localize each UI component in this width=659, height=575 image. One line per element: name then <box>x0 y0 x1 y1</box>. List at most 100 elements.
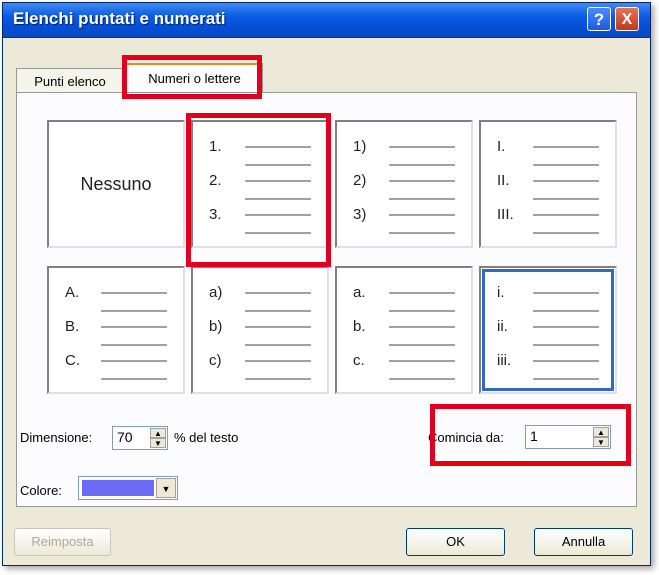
style-option[interactable]: i. ii. iii. <box>479 266 617 394</box>
placeholder-line <box>101 360 167 362</box>
placeholder-line <box>245 232 311 234</box>
size-down-icon[interactable]: ▼ <box>150 438 166 448</box>
placeholder-line <box>533 326 599 328</box>
placeholder-line <box>389 198 455 200</box>
style-marker: 2. <box>209 172 222 189</box>
placeholder-line <box>245 146 311 148</box>
style-row: 2. <box>193 172 327 198</box>
style-row: 1. <box>193 138 327 164</box>
title-bar: Elenchi puntati e numerati ? X <box>3 3 650 38</box>
placeholder-line <box>245 198 311 200</box>
placeholder-line <box>389 180 455 182</box>
style-row: II. <box>481 172 615 198</box>
style-option[interactable]: A. B. C. <box>47 266 185 394</box>
placeholder-line <box>101 326 167 328</box>
style-marker: III. <box>497 206 514 223</box>
style-row: C. <box>49 352 183 378</box>
style-row: i. <box>481 284 615 310</box>
placeholder-line <box>245 378 311 380</box>
style-row: 3. <box>193 206 327 232</box>
style-marker: 3) <box>353 206 367 223</box>
style-row: c) <box>193 352 327 378</box>
placeholder-line <box>245 360 311 362</box>
style-marker: II. <box>497 172 510 189</box>
placeholder-line <box>245 292 311 294</box>
placeholder-line <box>101 378 167 380</box>
style-row: 3) <box>337 206 471 232</box>
start-down-icon[interactable]: ▼ <box>593 437 609 447</box>
placeholder-line <box>533 292 599 294</box>
placeholder-line <box>101 292 167 294</box>
style-marker: 1) <box>353 138 367 155</box>
tab-panel: Nessuno 1. 2. 3. 1) 2) 3) I. II. III. A. B. C. a) b) c)… <box>16 92 637 507</box>
style-marker: 2) <box>353 172 367 189</box>
placeholder-line <box>245 180 311 182</box>
placeholder-line <box>245 214 311 216</box>
style-option[interactable]: a) b) c) <box>191 266 329 394</box>
style-option[interactable]: 1) 2) 3) <box>335 120 473 248</box>
placeholder-line <box>389 292 455 294</box>
style-none[interactable]: Nessuno <box>47 120 185 248</box>
placeholder-line <box>245 344 311 346</box>
placeholder-line <box>389 232 455 234</box>
color-picker[interactable]: ▼ <box>78 476 178 500</box>
style-row: b. <box>337 318 471 344</box>
size-label: Dimensione: <box>20 430 93 445</box>
style-marker: I. <box>497 138 506 155</box>
tab-numeri-lettere[interactable]: Numeri o lettere <box>126 63 263 92</box>
style-row: 2) <box>337 172 471 198</box>
style-row: a) <box>193 284 327 310</box>
placeholder-line <box>533 310 599 312</box>
placeholder-line <box>389 146 455 148</box>
size-up-icon[interactable]: ▲ <box>150 428 166 438</box>
size-spinner[interactable]: 70 ▲ ▼ <box>112 426 168 450</box>
help-icon[interactable]: ? <box>587 7 611 31</box>
placeholder-line <box>533 146 599 148</box>
placeholder-line <box>533 214 599 216</box>
placeholder-line <box>389 164 455 166</box>
style-row: c. <box>337 352 471 378</box>
style-marker: c) <box>209 352 222 369</box>
color-swatch <box>82 480 154 496</box>
style-marker: i. <box>497 284 505 301</box>
style-marker: ii. <box>497 318 508 335</box>
style-option[interactable]: a. b. c. <box>335 266 473 394</box>
dialog-title: Elenchi puntati e numerati <box>13 9 226 28</box>
style-marker: a. <box>353 284 366 301</box>
style-marker: iii. <box>497 352 512 369</box>
placeholder-line <box>389 360 455 362</box>
start-spinner[interactable]: 1 ▲ ▼ <box>525 425 611 449</box>
style-marker: b) <box>209 318 223 335</box>
size-value: 70 <box>117 429 133 445</box>
dropdown-arrow-icon[interactable]: ▼ <box>156 478 176 498</box>
placeholder-line <box>101 344 167 346</box>
cancel-button[interactable]: Annulla <box>534 528 633 556</box>
close-icon[interactable]: X <box>615 7 639 31</box>
style-option[interactable]: 1. 2. 3. <box>191 120 329 248</box>
style-row: A. <box>49 284 183 310</box>
style-marker: b. <box>353 318 366 335</box>
style-marker: a) <box>209 284 223 301</box>
placeholder-line <box>533 232 599 234</box>
placeholder-line <box>533 198 599 200</box>
style-row: B. <box>49 318 183 344</box>
tab-punti-elenco[interactable]: Punti elenco <box>16 68 124 92</box>
placeholder-line <box>533 378 599 380</box>
style-row: ii. <box>481 318 615 344</box>
style-marker: B. <box>65 318 80 335</box>
style-marker: c. <box>353 352 365 369</box>
style-marker: 3. <box>209 206 222 223</box>
placeholder-line <box>389 378 455 380</box>
color-label: Colore: <box>20 483 62 498</box>
style-row: 1) <box>337 138 471 164</box>
ok-button[interactable]: OK <box>406 528 505 556</box>
style-marker: A. <box>65 284 80 301</box>
placeholder-line <box>533 164 599 166</box>
size-suffix: % del testo <box>174 430 239 445</box>
placeholder-line <box>101 310 167 312</box>
placeholder-line <box>389 310 455 312</box>
start-up-icon[interactable]: ▲ <box>593 427 609 437</box>
placeholder-line <box>533 180 599 182</box>
reset-button[interactable]: Reimposta <box>14 528 111 556</box>
style-option[interactable]: I. II. III. <box>479 120 617 248</box>
